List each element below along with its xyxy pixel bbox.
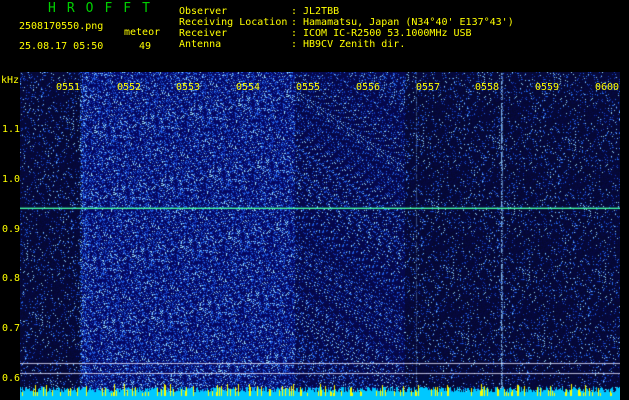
x-tick-label: 0558 [475, 82, 500, 93]
app-title: HROFFT [48, 1, 161, 16]
y-tick-label: 1.1 [2, 124, 21, 135]
capture-datetime: 25.08.17 05:50 [19, 41, 104, 52]
waterfall-spectrogram [20, 72, 620, 400]
x-tick-label: 0556 [356, 82, 381, 93]
y-tick-label: 0.8 [2, 273, 21, 284]
y-tick-label: 0.7 [2, 323, 21, 334]
x-tick-label: 0555 [296, 82, 321, 93]
meteor-label: meteor [124, 27, 161, 38]
x-tick-label: 0554 [236, 82, 261, 93]
header-panel: HROFFT 2508170550.png 25.08.17 05:50 met… [0, 0, 629, 72]
x-tick-label: 0557 [416, 82, 441, 93]
meteor-count: 49 [139, 41, 152, 52]
y-tick-label: 0.6 [2, 373, 21, 384]
x-tick-label: 0600 [595, 82, 620, 93]
antenna-label: Antenna [179, 39, 222, 50]
x-tick-label: 0559 [535, 82, 560, 93]
y-tick-label: 1.0 [2, 174, 21, 185]
x-tick-label: 0553 [176, 82, 201, 93]
x-tick-label: 0551 [56, 82, 81, 93]
y-tick-label: 0.9 [2, 224, 21, 235]
y-axis-unit: kHz [1, 75, 20, 86]
antenna-value: HB9CV Zenith dir. [303, 39, 406, 50]
file-name: 2508170550.png [19, 21, 104, 32]
separator: : [291, 39, 298, 50]
x-tick-label: 0552 [117, 82, 142, 93]
